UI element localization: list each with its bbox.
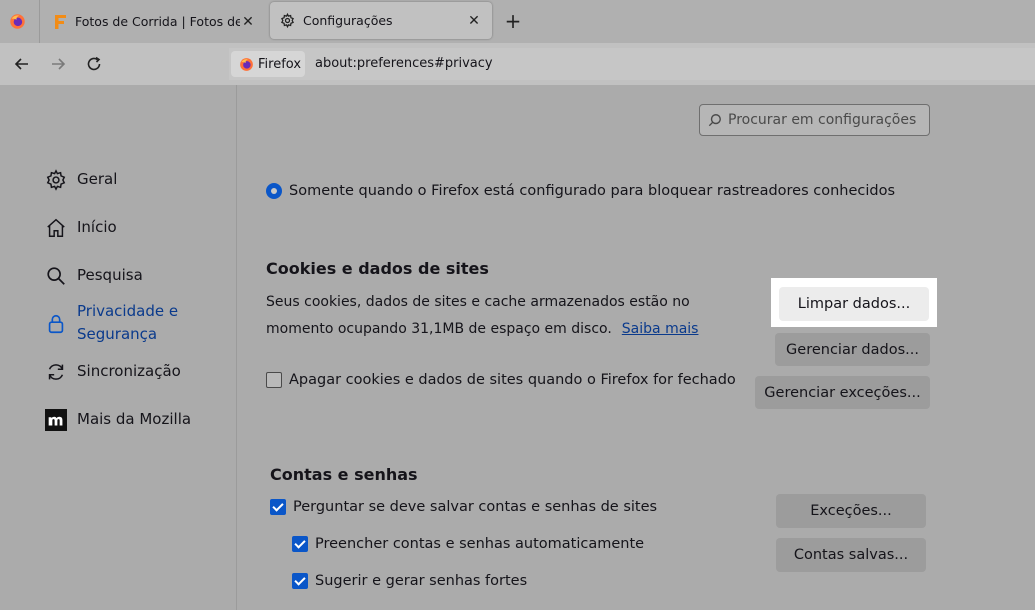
- gear-icon: [44, 168, 68, 192]
- fotos-f-icon: [55, 14, 66, 29]
- tracking-radio[interactable]: [266, 183, 282, 199]
- tab-strip: Fotos de Corrida | Fotos de Maratona ✕ C…: [0, 0, 1035, 43]
- preferences-content: Procurar em configurações Somente quando…: [238, 85, 1035, 610]
- sidebar-item-label: Pesquisa: [77, 266, 143, 284]
- firefox-logo-icon: [10, 14, 25, 29]
- gear-icon: [281, 13, 294, 28]
- lock-icon: [44, 312, 68, 336]
- tracking-radio-label: Somente quando o Firefox está configurad…: [289, 183, 896, 199]
- sidebar-item-label: Privacidade e Segurança: [77, 302, 179, 343]
- logins-heading: Contas e senhas: [270, 465, 418, 484]
- sidebar-item-label: Início: [77, 218, 117, 236]
- identity-box[interactable]: Firefox: [231, 51, 305, 77]
- tab-configuracoes[interactable]: Configurações ✕: [270, 2, 492, 39]
- url-text[interactable]: about:preferences#privacy: [315, 56, 493, 71]
- ask-save-row[interactable]: Perguntar se deve salvar contas e senhas…: [270, 499, 657, 515]
- home-icon: [44, 216, 68, 240]
- tab-label: Fotos de Corrida | Fotos de Maratona: [75, 14, 240, 29]
- url-bar[interactable]: Firefox about:preferences#privacy: [229, 48, 1035, 80]
- preferences-sidebar: Geral Início Pesquisa Privacidade e Segu…: [0, 85, 237, 610]
- forward-button[interactable]: [45, 51, 71, 77]
- learn-more-link[interactable]: Saiba mais: [622, 321, 699, 337]
- saved-logins-button[interactable]: Contas salvas...: [776, 538, 926, 572]
- sidebar-item-privacidade[interactable]: Privacidade e Segurança: [44, 300, 197, 346]
- back-button[interactable]: [9, 51, 35, 77]
- tab-label: Configurações: [303, 13, 393, 28]
- logins-exceptions-button[interactable]: Exceções...: [776, 494, 926, 528]
- autofill-checkbox[interactable]: [292, 536, 308, 552]
- mozilla-icon: [44, 408, 68, 432]
- reload-button[interactable]: [81, 51, 107, 77]
- cookies-description: Seus cookies, dados de sites e cache arm…: [266, 289, 746, 343]
- new-tab-button[interactable]: +: [502, 8, 524, 34]
- sidebar-item-label: Mais da Mozilla: [77, 410, 192, 428]
- search-icon: [708, 114, 721, 127]
- suggest-row[interactable]: Sugerir e gerar senhas fortes: [292, 573, 527, 589]
- cookies-heading: Cookies e dados de sites: [266, 259, 489, 278]
- search-icon: [44, 264, 68, 288]
- ask-save-checkbox[interactable]: [270, 499, 286, 515]
- delete-on-close-checkbox[interactable]: [266, 372, 282, 388]
- sidebar-item-label: Sincronização: [77, 362, 181, 380]
- nav-toolbar: Firefox about:preferences#privacy: [0, 43, 1035, 85]
- close-icon[interactable]: ✕: [466, 13, 482, 29]
- manage-data-button[interactable]: Gerenciar dados...: [775, 333, 930, 366]
- ask-save-label: Perguntar se deve salvar contas e senhas…: [293, 499, 658, 515]
- search-input[interactable]: Procurar em configurações: [699, 104, 930, 136]
- delete-on-close-label: Apagar cookies e dados de sites quando o…: [289, 372, 736, 388]
- delete-on-close-row[interactable]: Apagar cookies e dados de sites quando o…: [266, 372, 736, 388]
- autofill-row[interactable]: Preencher contas e senhas automaticament…: [292, 536, 644, 552]
- identity-label: Firefox: [258, 56, 302, 72]
- tab-fotos-corrida[interactable]: Fotos de Corrida | Fotos de Maratona ✕: [44, 0, 266, 43]
- firefox-logo-icon: [240, 57, 253, 71]
- firefox-view-tab[interactable]: [0, 0, 40, 43]
- sync-icon: [44, 360, 68, 384]
- suggest-label: Sugerir e gerar senhas fortes: [315, 573, 528, 589]
- tracking-radio-row[interactable]: Somente quando o Firefox está configurad…: [266, 183, 895, 199]
- suggest-checkbox[interactable]: [292, 573, 308, 589]
- close-icon[interactable]: ✕: [240, 14, 256, 30]
- arrow-right-icon: [52, 58, 66, 70]
- sidebar-item-sincronizacao[interactable]: Sincronização: [44, 360, 181, 384]
- sidebar-item-pesquisa[interactable]: Pesquisa: [44, 264, 143, 288]
- manage-exceptions-button[interactable]: Gerenciar exceções...: [755, 376, 930, 409]
- sidebar-item-inicio[interactable]: Início: [44, 216, 117, 240]
- sidebar-item-label: Geral: [77, 170, 118, 188]
- clear-data-button[interactable]: Limpar dados...: [779, 287, 929, 321]
- arrow-left-icon: [14, 58, 28, 70]
- search-placeholder: Procurar em configurações: [728, 112, 917, 128]
- sidebar-item-mozilla[interactable]: Mais da Mozilla: [44, 408, 191, 432]
- sidebar-item-geral[interactable]: Geral: [44, 168, 117, 192]
- reload-icon: [87, 56, 101, 71]
- autofill-label: Preencher contas e senhas automaticament…: [315, 536, 645, 552]
